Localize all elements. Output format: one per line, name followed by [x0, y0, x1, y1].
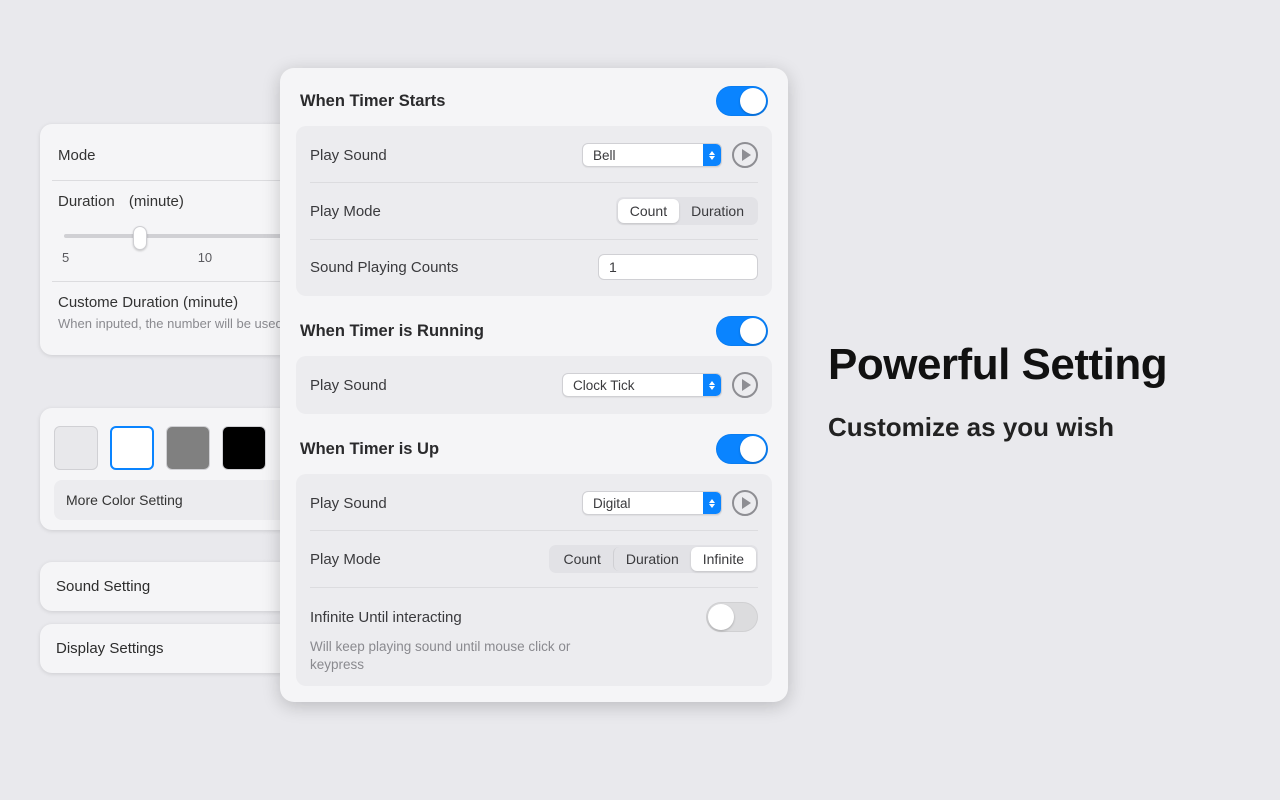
- up-sound-select[interactable]: Digital: [582, 491, 722, 515]
- up-play-mode-segmented[interactable]: Count Duration Infinite: [549, 545, 758, 573]
- play-icon: [742, 497, 751, 509]
- sound-settings-panel: When Timer Starts Play Sound Bell Play M…: [280, 68, 788, 702]
- play-icon: [742, 149, 751, 161]
- play-sound-label: Play Sound: [310, 495, 387, 512]
- starts-sound-select[interactable]: Bell: [582, 143, 722, 167]
- toggle-knob: [740, 436, 766, 462]
- section-header-running: When Timer is Running: [294, 310, 774, 356]
- section-title: When Timer is Running: [300, 322, 484, 341]
- up-play-mode-row: Play Mode Count Duration Infinite: [310, 530, 758, 587]
- slider-thumb[interactable]: [133, 226, 147, 250]
- section-body-up: Play Sound Digital Play Mode Count Durat…: [296, 474, 772, 686]
- toggle-knob: [740, 318, 766, 344]
- play-icon: [742, 379, 751, 391]
- sound-playing-counts-label: Sound Playing Counts: [310, 259, 458, 276]
- seg-item-count[interactable]: Count: [618, 199, 679, 223]
- up-infinite-row: Infinite Until interacting Will keep pla…: [310, 587, 758, 684]
- play-sound-label: Play Sound: [310, 377, 387, 394]
- mode-label: Mode: [58, 147, 96, 164]
- section-header-starts: When Timer Starts: [294, 80, 774, 126]
- seg-item-count[interactable]: Count: [551, 547, 612, 571]
- counts-value: 1: [609, 259, 617, 275]
- starts-counts-row: Sound Playing Counts 1: [310, 239, 758, 294]
- section-body-starts: Play Sound Bell Play Mode Count Duration…: [296, 126, 772, 296]
- up-play-sound-row: Play Sound Digital: [310, 476, 758, 530]
- starts-play-mode-row: Play Mode Count Duration: [310, 182, 758, 239]
- running-play-preview-button[interactable]: [732, 372, 758, 398]
- seg-item-duration[interactable]: Duration: [613, 547, 691, 571]
- up-toggle[interactable]: [716, 434, 768, 464]
- color-swatch[interactable]: [166, 426, 210, 470]
- running-sound-select[interactable]: Clock Tick: [562, 373, 722, 397]
- infinite-until-help: Will keep playing sound until mouse clic…: [310, 638, 610, 674]
- tick-label: 10: [198, 250, 212, 265]
- select-stepper-icon: [703, 144, 721, 166]
- select-value: Bell: [593, 148, 703, 163]
- color-swatch[interactable]: [110, 426, 154, 470]
- select-stepper-icon: [703, 492, 721, 514]
- starts-play-sound-row: Play Sound Bell: [310, 128, 758, 182]
- starts-play-mode-segmented[interactable]: Count Duration: [616, 197, 758, 225]
- duration-label: Duration: [58, 193, 115, 210]
- running-toggle[interactable]: [716, 316, 768, 346]
- play-mode-label: Play Mode: [310, 203, 381, 220]
- seg-item-infinite[interactable]: Infinite: [691, 547, 756, 571]
- seg-item-duration[interactable]: Duration: [679, 199, 756, 223]
- infinite-until-toggle[interactable]: [706, 602, 758, 632]
- color-swatch[interactable]: [222, 426, 266, 470]
- play-sound-label: Play Sound: [310, 147, 387, 164]
- infinite-until-label: Infinite Until interacting: [310, 609, 462, 626]
- color-swatch[interactable]: [54, 426, 98, 470]
- running-play-sound-row: Play Sound Clock Tick: [310, 358, 758, 412]
- section-title: When Timer Starts: [300, 92, 445, 111]
- starts-counts-input[interactable]: 1: [598, 254, 758, 280]
- section-title: When Timer is Up: [300, 440, 439, 459]
- play-mode-label: Play Mode: [310, 551, 381, 568]
- select-stepper-icon: [703, 374, 721, 396]
- section-body-running: Play Sound Clock Tick: [296, 356, 772, 414]
- up-play-preview-button[interactable]: [732, 490, 758, 516]
- toggle-knob: [740, 88, 766, 114]
- marketing-headline: Powerful Setting: [828, 340, 1258, 390]
- more-color-label: More Color Setting: [66, 492, 183, 508]
- toggle-knob: [708, 604, 734, 630]
- select-value: Clock Tick: [573, 378, 703, 393]
- duration-unit: (minute): [129, 193, 184, 210]
- section-header-up: When Timer is Up: [294, 428, 774, 474]
- select-value: Digital: [593, 496, 703, 511]
- marketing-copy: Powerful Setting Customize as you wish: [828, 340, 1258, 443]
- starts-toggle[interactable]: [716, 86, 768, 116]
- marketing-subhead: Customize as you wish: [828, 412, 1258, 443]
- tick-label: 5: [62, 250, 69, 265]
- starts-play-preview-button[interactable]: [732, 142, 758, 168]
